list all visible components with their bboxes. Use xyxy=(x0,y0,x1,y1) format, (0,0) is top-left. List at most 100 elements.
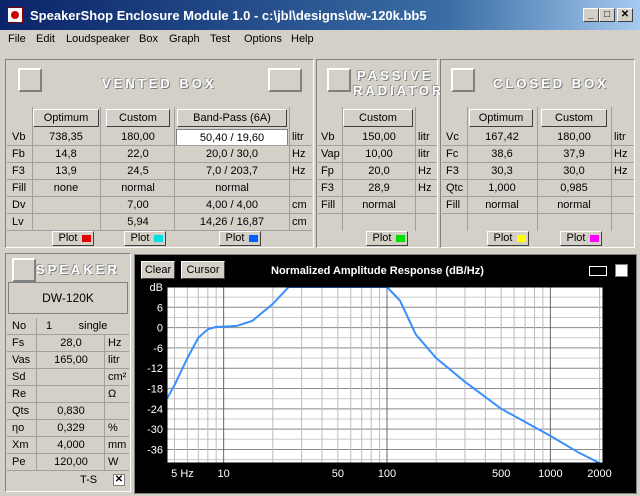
plot-color-swatch xyxy=(396,235,405,242)
vented-row-label: Dv xyxy=(12,199,26,211)
vented-custom-plot-button[interactable]: Plot xyxy=(124,231,166,246)
closed-optimum-plot-button[interactable]: Plot xyxy=(487,231,529,246)
passive-custom-value[interactable]: 10,00 xyxy=(343,146,415,163)
closed-optimum-value[interactable]: 38,6 xyxy=(468,146,536,163)
speaker-param-value[interactable]: 165,00 xyxy=(38,352,104,369)
divider xyxy=(467,107,468,231)
closed-custom-value[interactable]: 30,0 xyxy=(538,163,610,180)
divider xyxy=(104,335,105,471)
x-tick-label: 10 xyxy=(218,468,230,480)
passive-custom-value[interactable]: 150,00 xyxy=(343,129,415,146)
vented-custom-button[interactable]: Custom xyxy=(106,109,170,127)
vented-optimum-button[interactable]: Optimum xyxy=(33,109,99,127)
vented-optimum-value[interactable]: 738,35 xyxy=(33,129,99,146)
closed-row-unit xyxy=(612,180,634,197)
menu-test[interactable]: Test xyxy=(210,33,230,45)
vented-bandpass-button[interactable]: Band-Pass (6A) xyxy=(177,109,287,127)
minimize-button[interactable]: _ xyxy=(583,8,599,22)
vented-custom-value[interactable]: 7,00 xyxy=(102,197,174,214)
closed-optimum-value[interactable]: 1,000 xyxy=(468,180,536,197)
plot-color-swatch xyxy=(249,235,258,242)
speaker-param-value[interactable] xyxy=(38,386,104,403)
speaker-param-unit: litr xyxy=(108,354,120,366)
vented-bandpass-plot-button[interactable]: Plot xyxy=(219,231,261,246)
y-axis-unit-label: dB xyxy=(150,282,163,294)
menu-edit[interactable]: Edit xyxy=(36,33,55,45)
divider xyxy=(36,318,37,471)
speaker-name[interactable]: DW-120K xyxy=(8,282,128,314)
speaker-param-value[interactable] xyxy=(38,369,104,386)
passive-plot-button[interactable]: Plot xyxy=(366,231,408,246)
speaker-param-unit xyxy=(106,403,130,420)
vented-bandpass-value[interactable]: 20,0 / 30,0 xyxy=(176,146,288,163)
vented-optimum-plot-button[interactable]: Plot xyxy=(52,231,94,246)
passive-row-unit: litr xyxy=(418,148,430,160)
vented-custom-value[interactable]: 5,94 xyxy=(102,214,174,231)
menu-file[interactable]: File xyxy=(8,33,26,45)
menu-box[interactable]: Box xyxy=(139,33,158,45)
vented-row-label: Vb xyxy=(12,131,26,143)
speaker-param-label: Pe xyxy=(12,456,26,468)
closed-custom-plot-button[interactable]: Plot xyxy=(560,231,602,246)
vented-bandpass-value[interactable]: 14,26 / 16,87 xyxy=(176,214,288,231)
passive-custom-value[interactable]: normal xyxy=(343,197,415,214)
vented-custom-value[interactable]: 22,0 xyxy=(102,146,174,163)
x-tick-label: 5 Hz xyxy=(171,468,194,480)
menu-help[interactable]: Help xyxy=(291,33,314,45)
speaker-param-label: Sd xyxy=(12,371,26,383)
passive-row-label: Vap xyxy=(321,148,340,160)
closed-optimum-value[interactable]: 30,3 xyxy=(468,163,536,180)
vented-custom-value[interactable]: 180,00 xyxy=(102,129,174,146)
x-tick-label: 1000 xyxy=(538,468,562,480)
response-chart: 6 0 -6 -12 -18 -24 -30 -36 dB 5 Hz 10 50 100 500 1000 2… xyxy=(147,282,612,480)
vented-bandpass-value[interactable]: 7,0 / 203,7 xyxy=(176,163,288,180)
speaker-param-value[interactable]: 4,000 xyxy=(38,437,104,454)
ts-checkbox[interactable]: ✕ xyxy=(113,474,125,486)
vented-optimum-value[interactable]: none xyxy=(33,180,99,197)
plot-color-swatch xyxy=(517,235,526,242)
bandpass-box-icon xyxy=(268,68,302,92)
vented-optimum-value[interactable]: 14,8 xyxy=(33,146,99,163)
closed-custom-value[interactable]: 0,985 xyxy=(538,180,610,197)
closed-custom-value[interactable]: 180,00 xyxy=(538,129,610,146)
divider xyxy=(442,213,634,214)
ts-label: T-S xyxy=(80,474,98,486)
vented-optimum-value[interactable]: 13,9 xyxy=(33,163,99,180)
speaker-param-value[interactable]: 0,329 xyxy=(38,420,104,437)
vented-custom-value[interactable]: 24,5 xyxy=(102,163,174,180)
closed-custom-value[interactable]: normal xyxy=(538,197,610,214)
speaker-count-value[interactable]: 1 xyxy=(38,318,60,335)
menu-loudspeaker[interactable]: Loudspeaker xyxy=(66,33,130,45)
vented-bandpass-value[interactable]: 4,00 / 4,00 xyxy=(176,197,288,214)
closed-row-label: Vc xyxy=(446,131,459,143)
passive-custom-button[interactable]: Custom xyxy=(343,109,413,127)
speaker-mode-select[interactable]: single xyxy=(62,318,124,335)
vented-optimum-value[interactable] xyxy=(33,197,99,214)
closed-custom-button[interactable]: Custom xyxy=(541,109,607,127)
speaker-param-value[interactable]: 28,0 xyxy=(38,335,104,352)
app-icon xyxy=(7,7,23,23)
vented-bandpass-value[interactable]: normal xyxy=(176,180,288,197)
vented-row-unit: cm xyxy=(292,216,307,228)
divider xyxy=(415,107,416,231)
vented-optimum-value[interactable] xyxy=(33,214,99,231)
vented-custom-value[interactable]: normal xyxy=(102,180,174,197)
vented-row-unit: litr xyxy=(292,131,304,143)
vented-bandpass-value[interactable]: 50,40 / 19,60 xyxy=(176,129,288,146)
closed-optimum-button[interactable]: Optimum xyxy=(469,109,533,127)
closed-optimum-value[interactable]: 167,42 xyxy=(468,129,536,146)
menu-graph[interactable]: Graph xyxy=(169,33,200,45)
closed-optimum-value[interactable]: normal xyxy=(468,197,536,214)
passive-custom-value[interactable]: 20,0 xyxy=(343,163,415,180)
speaker-param-value[interactable]: 0,830 xyxy=(38,403,104,420)
passive-custom-value[interactable]: 28,9 xyxy=(343,180,415,197)
divider xyxy=(100,107,101,231)
menu-options[interactable]: Options xyxy=(244,33,282,45)
speaker-param-value[interactable]: 120,00 xyxy=(38,454,104,471)
vented-row-unit: Hz xyxy=(292,165,306,177)
passive-row-unit xyxy=(416,197,438,214)
close-button[interactable]: ✕ xyxy=(617,8,633,22)
closed-custom-value[interactable]: 37,9 xyxy=(538,146,610,163)
passive-row-label: Fill xyxy=(321,199,336,211)
maximize-button[interactable]: □ xyxy=(599,8,615,22)
